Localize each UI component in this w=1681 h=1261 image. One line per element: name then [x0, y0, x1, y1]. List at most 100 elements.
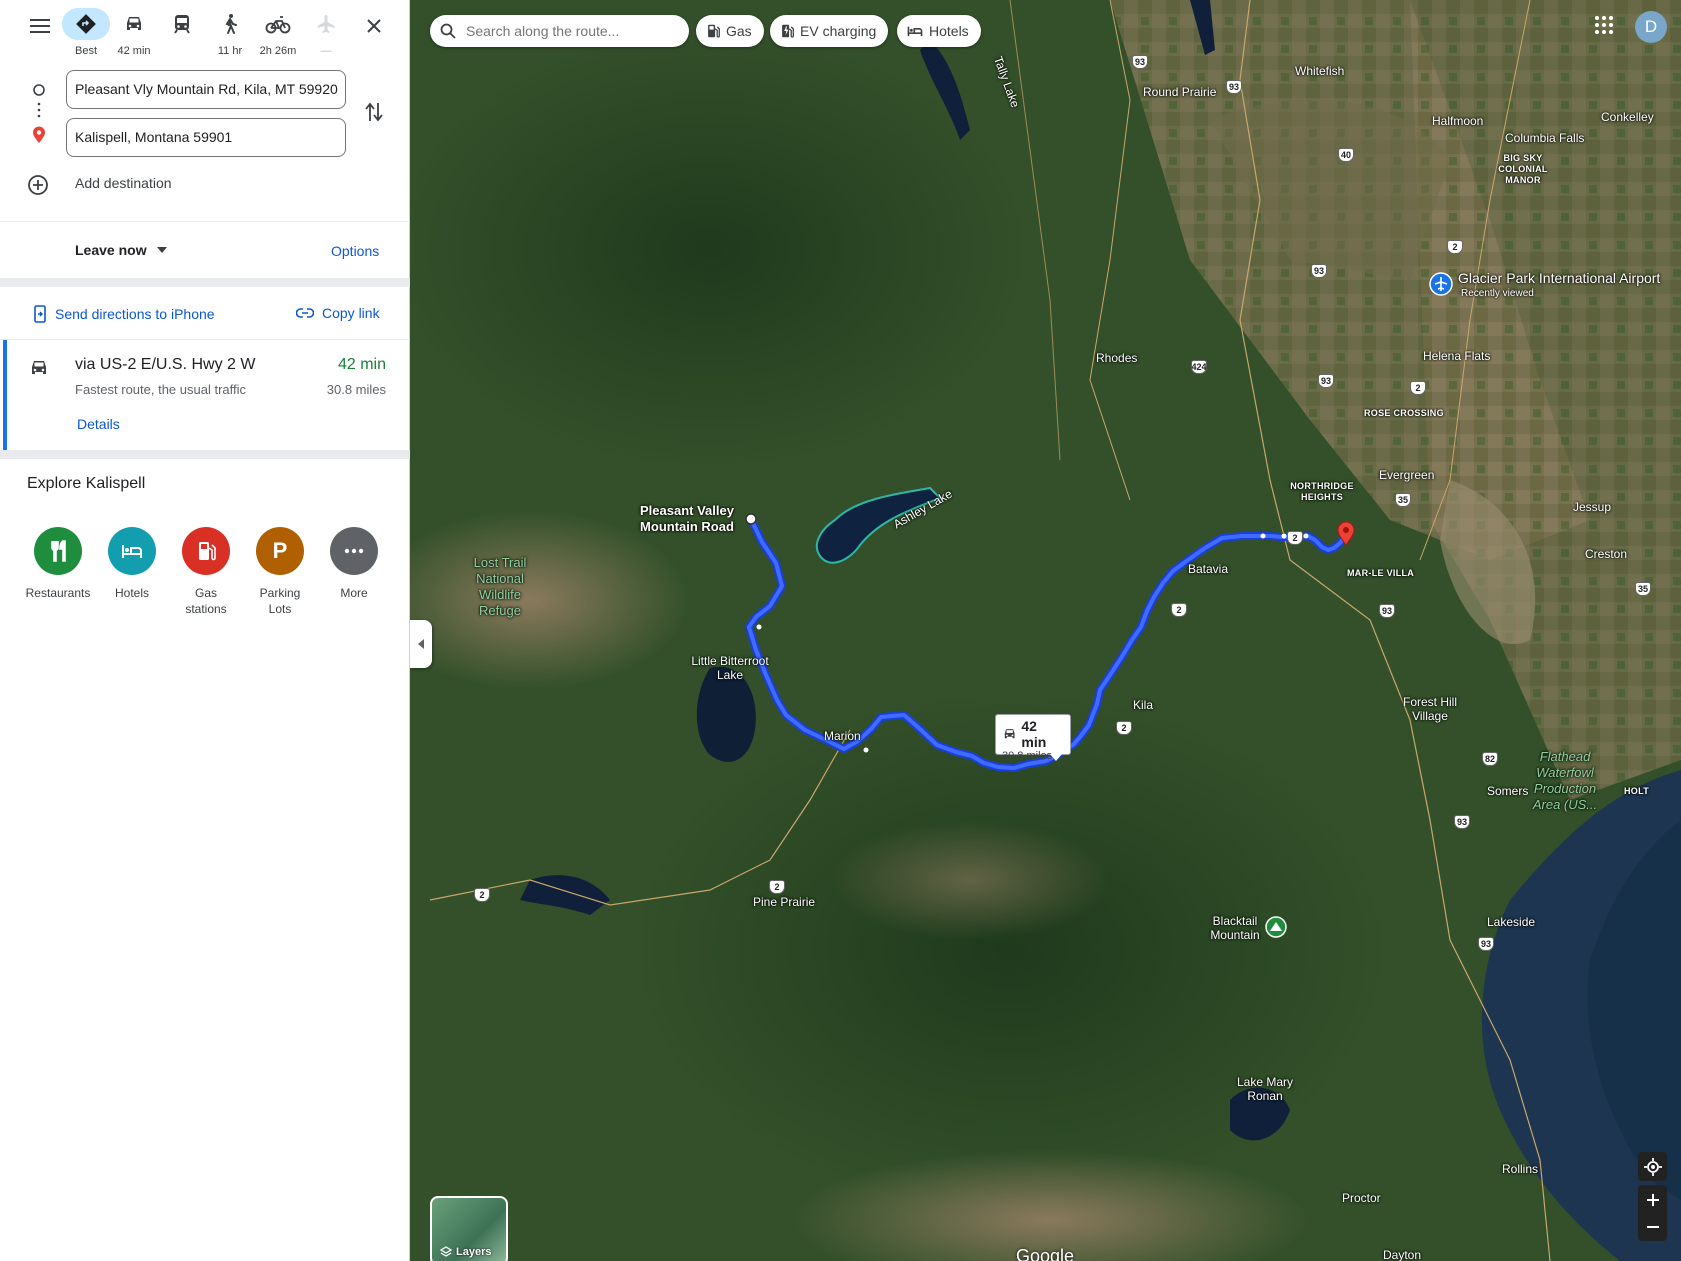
map-label: Round Prairie [1143, 85, 1217, 99]
mode-best[interactable]: Best [62, 8, 110, 57]
category-parking-lots[interactable]: P Parking Lots [243, 527, 317, 617]
hotel-icon [108, 527, 156, 575]
map-label: NORTHRIDGE HEIGHTS [1290, 481, 1354, 502]
map-label-origin: Pleasant Valley Mountain Road [640, 503, 734, 534]
map-label: Creston [1585, 547, 1628, 561]
gas-station-icon [708, 24, 720, 38]
hotel-icon [907, 26, 923, 37]
highway-shield: 82 [1482, 752, 1498, 766]
mode-label: — [320, 45, 332, 57]
map-label: Evergreen [1379, 468, 1435, 482]
route-callout[interactable]: 42 min 30.8 miles [995, 714, 1071, 762]
highway-shield: 93 [1379, 604, 1395, 618]
zoom-out-button[interactable] [1646, 1213, 1659, 1240]
highway-shield: 2 [1116, 721, 1132, 735]
highway-shield: 424 [1191, 360, 1207, 374]
category-label: Hotels [114, 586, 149, 600]
mode-driving[interactable]: 42 min [110, 8, 158, 57]
airplane-icon [317, 15, 335, 33]
mountain-icon[interactable] [1265, 916, 1287, 938]
map-label: Marion [824, 729, 861, 743]
highway-shield: 93 [1132, 55, 1148, 69]
directions-panel: Best 42 min 11 hr 2h 26m — Pleasant Vly … [0, 0, 410, 1261]
map-label: Halfmoon [1432, 114, 1484, 128]
map-label: Conkelley [1601, 110, 1654, 124]
close-icon[interactable] [360, 14, 388, 38]
map-label: ROSE CROSSING [1364, 408, 1444, 418]
layers-label: Layers [456, 1246, 492, 1258]
more-icon [330, 527, 378, 575]
layers-button[interactable]: Layers [430, 1196, 508, 1261]
map-label: Pine Prairie [753, 895, 816, 909]
options-button[interactable]: Options [331, 243, 379, 259]
route-diamond-icon [76, 14, 96, 34]
chip-gas[interactable]: Gas [696, 15, 764, 47]
highway-shield: 2 [769, 880, 785, 894]
search-input[interactable] [464, 22, 684, 40]
copy-link-button[interactable]: Copy link [296, 305, 380, 321]
map-canvas[interactable]: Tally Lake Whitefish Round Prairie Halfm… [410, 0, 1681, 1261]
map-label: Whitefish [1295, 64, 1345, 78]
mode-label: 2h 26m [259, 45, 297, 57]
category-label: Gas stations [185, 586, 227, 616]
send-to-phone-label: Send directions to iPhone [55, 306, 215, 322]
collapse-panel-button[interactable] [410, 620, 432, 668]
send-to-phone-button[interactable]: Send directions to iPhone [33, 305, 215, 323]
highway-shield: 93 [1311, 264, 1327, 278]
add-destination-icon[interactable] [27, 174, 49, 196]
map-label: Rhodes [1096, 351, 1138, 365]
map-label: Little Bitterroot Lake [691, 654, 769, 682]
menu-icon[interactable] [26, 14, 54, 38]
leave-now-dropdown[interactable]: Leave now [75, 242, 167, 258]
highway-shield: 93 [1454, 815, 1470, 829]
highway-shield: 35 [1395, 493, 1411, 507]
category-label: Parking Lots [259, 586, 301, 616]
highway-shield: 40 [1338, 148, 1354, 162]
mode-cycling[interactable]: 2h 26m [254, 8, 302, 57]
link-icon [296, 308, 314, 318]
chip-hotels[interactable]: Hotels [897, 15, 981, 47]
mode-walking[interactable]: 11 hr [206, 8, 254, 57]
search-along-route[interactable] [430, 15, 689, 47]
highway-shield: 93 [1226, 80, 1242, 94]
chip-label: Gas [726, 23, 752, 39]
highway-shield: 2 [1287, 531, 1303, 545]
account-avatar[interactable]: D [1635, 11, 1667, 43]
apps-grid-icon[interactable] [1594, 15, 1614, 35]
divider [0, 450, 410, 459]
mode-transit[interactable] [158, 8, 206, 45]
zoom-in-button[interactable] [1646, 1186, 1659, 1213]
category-restaurants[interactable]: Restaurants [21, 527, 95, 601]
map-label: Batavia [1188, 562, 1229, 576]
category-label: More [340, 586, 368, 600]
destination-input[interactable]: Kalispell, Montana 59901 [66, 118, 346, 157]
chip-ev-charging[interactable]: EV charging [770, 15, 889, 47]
origin-marker [745, 513, 757, 525]
map-label: HOLT [1624, 786, 1650, 796]
category-more[interactable]: More [317, 527, 391, 601]
category-hotels[interactable]: Hotels [95, 527, 169, 601]
airport-icon[interactable] [1429, 272, 1453, 296]
car-icon [32, 361, 46, 374]
add-destination-button[interactable]: Add destination [75, 175, 172, 191]
map-label: Columbia Falls [1505, 131, 1585, 145]
mode-label: Best [74, 45, 97, 57]
highway-shield: 93 [1318, 374, 1334, 388]
route-details-button[interactable]: Details [77, 416, 120, 432]
mode-flights[interactable]: — [302, 8, 350, 57]
route-time: 42 min [337, 356, 386, 373]
my-location-button[interactable] [1638, 1152, 1667, 1181]
highway-shield: 2 [474, 888, 490, 902]
category-gas-stations[interactable]: Gas stations [169, 527, 243, 617]
mode-label: 11 hr [217, 45, 243, 57]
swap-icon[interactable] [362, 100, 386, 124]
map-label: Lake Mary Ronan [1236, 1075, 1294, 1103]
map-label: Forest Hill Village [1402, 695, 1457, 723]
map-label-airport[interactable]: Glacier Park International Airport [1458, 271, 1660, 285]
origin-input[interactable]: Pleasant Vly Mountain Rd, Kila, MT 59920 [66, 70, 346, 109]
explore-title: Explore Kalispell [27, 475, 146, 492]
callout-distance: 30.8 miles [1002, 750, 1053, 762]
map-label: Lakeside [1487, 915, 1536, 929]
route-option[interactable]: via US-2 E/U.S. Hwy 2 W Fastest route, t… [0, 340, 410, 450]
map-label: Jessup [1573, 500, 1612, 514]
